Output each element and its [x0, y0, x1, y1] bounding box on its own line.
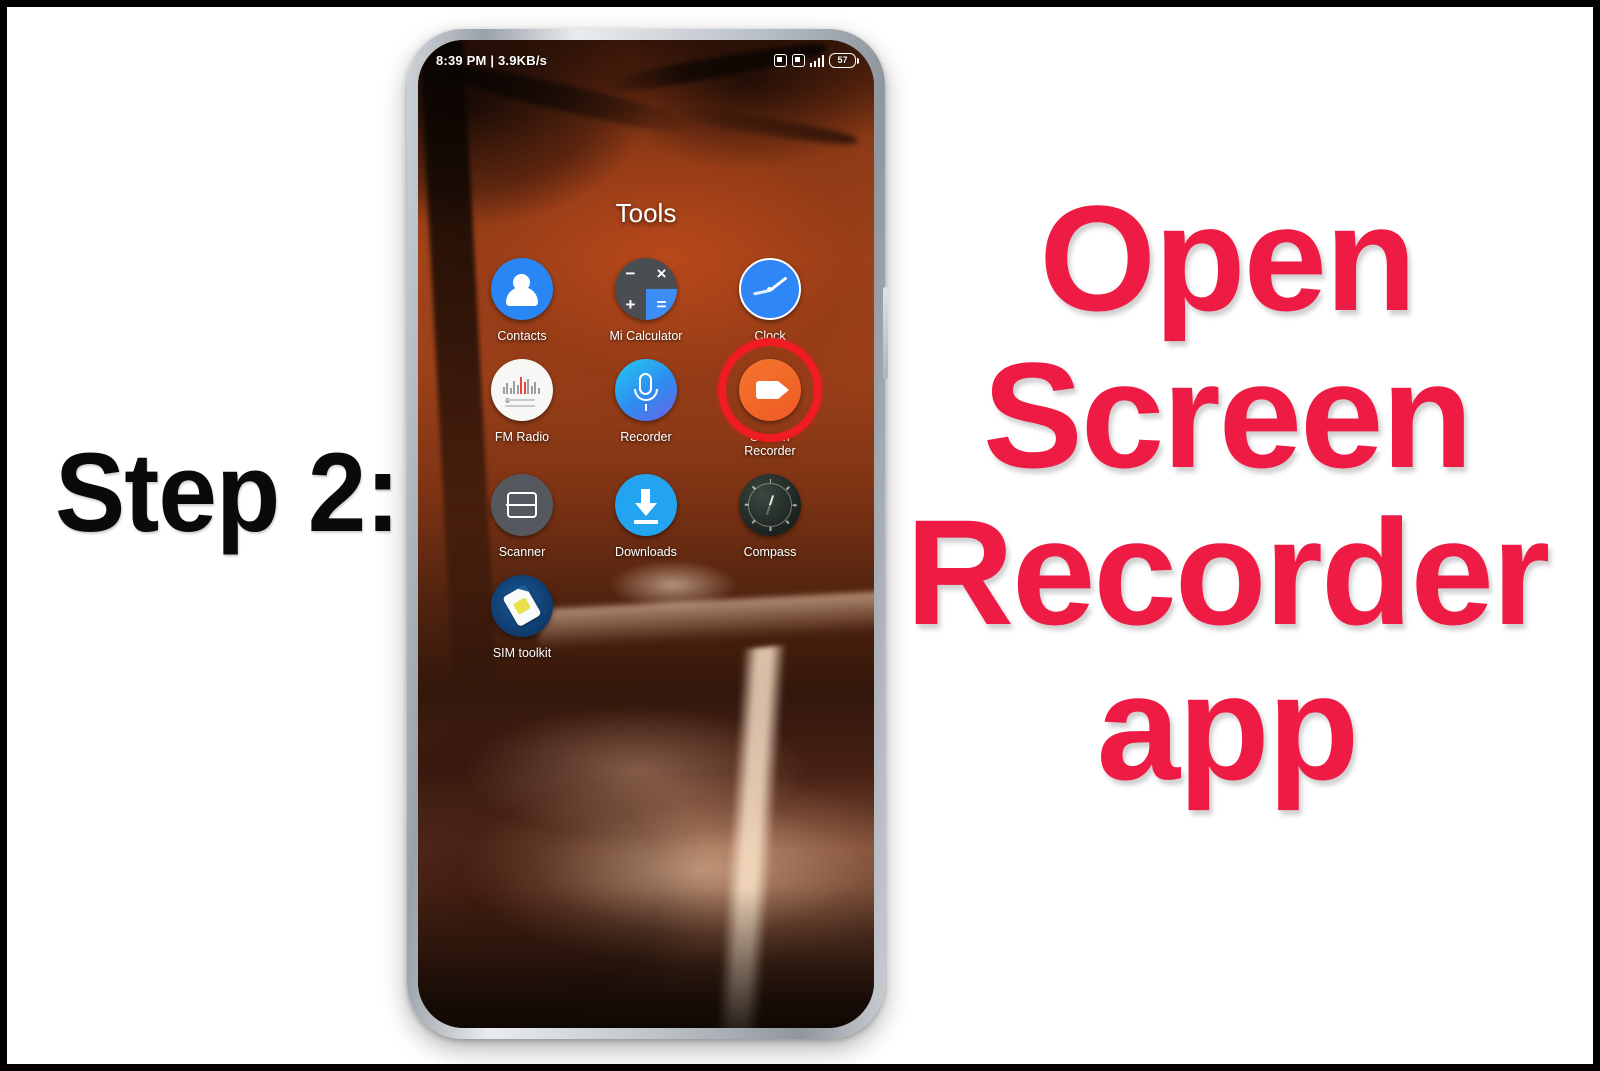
- folder-title: Tools: [615, 198, 677, 228]
- app-sim-toolkit[interactable]: SIM toolkit: [460, 575, 584, 660]
- app-fm-radio[interactable]: FM Radio: [460, 359, 584, 458]
- caption-line-4: app: [1096, 643, 1360, 811]
- app-screen-recorder[interactable]: Screen Recorder: [708, 338, 832, 458]
- video-camera-icon[interactable]: [738, 359, 801, 421]
- plus-symbol: +: [625, 294, 636, 314]
- app-label: Mi Calculator: [609, 329, 683, 343]
- app-label: Recorder: [620, 430, 672, 444]
- equals-symbol: =: [645, 289, 677, 320]
- app-mi-calculator[interactable]: − × + = Mi Calculator: [584, 258, 708, 343]
- sim-card-icon[interactable]: [490, 575, 553, 637]
- app-contacts[interactable]: Contacts: [460, 258, 584, 343]
- app-compass[interactable]: Compass: [708, 474, 832, 559]
- clock-icon[interactable]: [738, 258, 801, 320]
- phone-screen: 8:39 PM | 3.9KB/s 57 Tools Contacts − × …: [418, 40, 874, 1028]
- fm-radio-icon[interactable]: [490, 359, 553, 421]
- compass-icon[interactable]: [738, 474, 801, 536]
- status-bar: 8:39 PM | 3.9KB/s 57: [418, 40, 874, 80]
- app-recorder[interactable]: Recorder: [584, 359, 708, 458]
- download-arrow-icon[interactable]: [614, 474, 677, 536]
- app-label: Clock: [754, 329, 786, 343]
- app-clock[interactable]: Clock: [708, 258, 832, 343]
- app-scanner[interactable]: Scanner: [460, 474, 584, 559]
- signal-bars-icon: [809, 54, 824, 67]
- white-page-background: Step 2: Open Screen Recorder app 8:39 PM…: [7, 7, 1593, 1064]
- calculator-icon[interactable]: − × + =: [614, 258, 677, 320]
- status-icons: 57: [773, 52, 859, 68]
- phone-mockup: 8:39 PM | 3.9KB/s 57 Tools Contacts − × …: [407, 29, 888, 1039]
- app-label: FM Radio: [494, 430, 550, 444]
- app-label: Scanner: [498, 545, 546, 559]
- app-row: SIM toolkit: [460, 575, 832, 660]
- app-label: Downloads: [615, 545, 677, 559]
- multiply-symbol: ×: [656, 263, 667, 283]
- app-label: Compass: [743, 545, 797, 559]
- caption-line-2: Screen: [982, 331, 1473, 499]
- app-row: Contacts − × + = Mi Calculator Clock: [460, 258, 832, 343]
- app-label: Screen Recorder: [744, 430, 796, 458]
- app-label: SIM toolkit: [492, 646, 552, 660]
- minus-symbol: −: [625, 263, 636, 283]
- app-downloads[interactable]: Downloads: [584, 474, 708, 559]
- battery-icon: 57: [829, 52, 859, 68]
- sim-dual-icon: [791, 53, 805, 67]
- instruction-caption: Open Screen Recorder app: [887, 174, 1567, 811]
- screenshot-canvas: Step 2: Open Screen Recorder app 8:39 PM…: [0, 0, 1600, 1071]
- phone-side-button[interactable]: [883, 287, 888, 379]
- status-time-and-netspeed: 8:39 PM | 3.9KB/s: [436, 52, 548, 68]
- microphone-icon[interactable]: [614, 359, 677, 421]
- notification-square-icon: [773, 53, 787, 67]
- ground-shadow-decoration: [418, 888, 874, 1028]
- step-caption: Step 2:: [55, 430, 400, 555]
- app-row: FM Radio Recorder Screen Recorder: [460, 338, 832, 458]
- app-row: Scanner Downloads Compass: [460, 474, 832, 559]
- app-label: Contacts: [497, 329, 547, 343]
- app-grid: Contacts − × + = Mi Calculator Clock FM …: [418, 258, 874, 676]
- contacts-icon[interactable]: [490, 258, 553, 320]
- scanner-icon[interactable]: [490, 474, 553, 536]
- caption-line-3: Recorder: [905, 488, 1551, 656]
- tree-branch-decoration: [667, 103, 859, 149]
- caption-line-1: Open: [1039, 174, 1416, 342]
